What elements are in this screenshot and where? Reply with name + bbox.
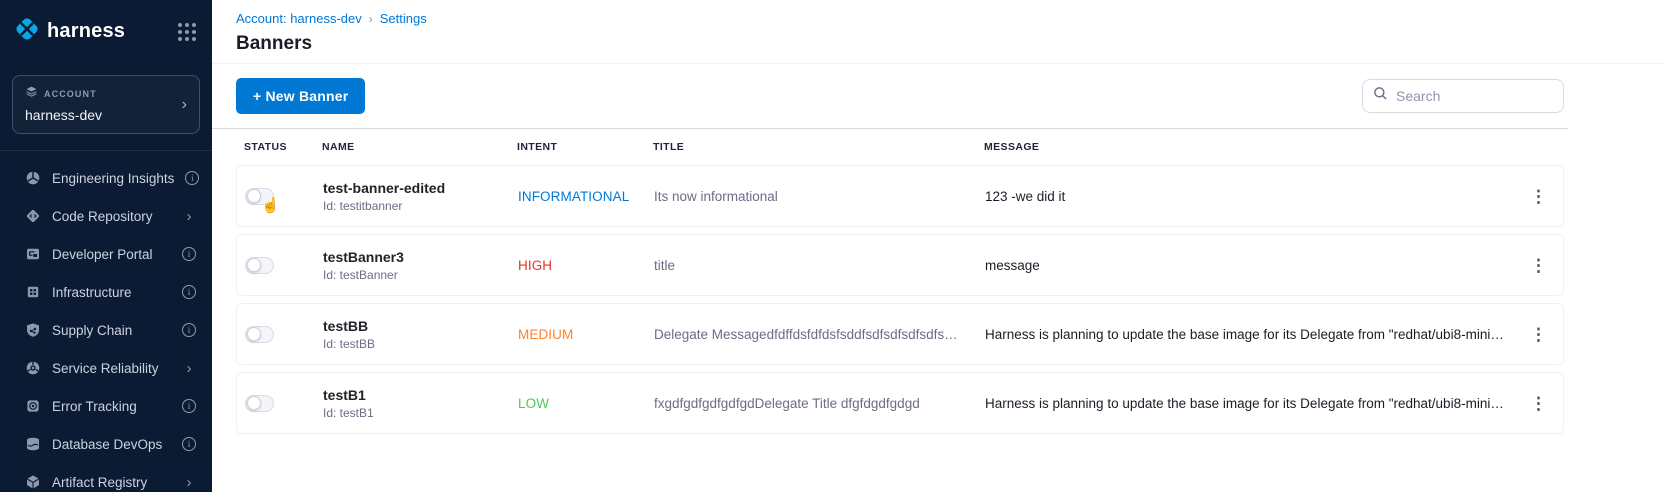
service-reliability-icon — [24, 360, 41, 377]
search-box[interactable] — [1362, 79, 1564, 113]
engineering-insights-icon — [24, 170, 41, 187]
row-menu-kebab-icon[interactable] — [1522, 391, 1555, 416]
banner-title: Its now informational — [654, 189, 985, 204]
toolbar: + New Banner — [212, 64, 1664, 128]
banner-intent: INFORMATIONAL — [518, 189, 654, 204]
banner-name: testBanner3 — [323, 249, 518, 265]
sidebar-item-infrastructure[interactable]: Infrastructure — [0, 273, 212, 311]
sidebar-item-error-tracking[interactable]: Error Tracking — [0, 387, 212, 425]
search-icon — [1373, 86, 1388, 106]
banner-id: Id: testBanner — [323, 268, 518, 282]
row-menu-kebab-icon[interactable] — [1522, 322, 1555, 347]
sidebar-item-label: Infrastructure — [52, 285, 171, 300]
table-header-row: STATUS NAME INTENT TITLE MESSAGE — [236, 129, 1564, 165]
banner-message: Harness is planning to update the base i… — [985, 396, 1515, 411]
search-input[interactable] — [1396, 88, 1553, 104]
info-icon[interactable] — [185, 171, 199, 185]
sidebar-nav-list: Engineering Insights Code Repository Dev… — [0, 150, 212, 492]
table-row[interactable]: testBB Id: testBB MEDIUM Delegate Messag… — [236, 303, 1564, 365]
banner-intent: LOW — [518, 396, 654, 411]
error-tracking-target-icon — [24, 398, 41, 415]
banner-intent: HIGH — [518, 258, 654, 273]
sidebar-item-database-devops[interactable]: Database DevOps — [0, 425, 212, 463]
account-name: harness-dev — [25, 107, 187, 123]
account-layers-icon — [25, 85, 38, 103]
column-header-title: TITLE — [653, 141, 984, 153]
banner-message: 123 -we did it — [985, 189, 1515, 204]
column-header-message: MESSAGE — [984, 141, 1516, 153]
banner-name: testB1 — [323, 387, 518, 403]
breadcrumb: Account: harness-dev › Settings — [236, 11, 1564, 26]
row-menu-kebab-icon[interactable] — [1522, 184, 1555, 209]
banner-id: Id: testB1 — [323, 406, 518, 420]
sidebar: harness ACCOUNT harness-dev Engineering … — [0, 0, 212, 492]
banner-title: fxgdfgdfgdfgdfgdDelegate Title dfgfdgdfg… — [654, 396, 985, 411]
main-content: Account: harness-dev › Settings Banners … — [212, 0, 1664, 492]
chevron-right-icon — [182, 208, 196, 225]
info-icon[interactable] — [182, 247, 196, 261]
account-label: ACCOUNT — [44, 89, 97, 99]
breadcrumb-separator: › — [369, 12, 373, 26]
column-header-name: NAME — [322, 141, 517, 153]
harness-logo-icon — [14, 16, 40, 47]
column-header-intent: INTENT — [517, 141, 653, 153]
banner-status-toggle[interactable] — [245, 188, 274, 205]
supply-chain-shield-icon — [24, 322, 41, 339]
chevron-right-icon — [182, 96, 187, 114]
harness-logo[interactable]: harness — [14, 16, 125, 47]
new-banner-button[interactable]: + New Banner — [236, 78, 365, 114]
banner-status-toggle[interactable] — [245, 326, 274, 343]
sidebar-item-label: Service Reliability — [52, 361, 171, 376]
chevron-right-icon — [182, 474, 196, 491]
infrastructure-icon — [24, 284, 41, 301]
sidebar-item-label: Engineering Insights — [52, 171, 174, 186]
table-row[interactable]: testBanner3 Id: testBanner HIGH title me… — [236, 234, 1564, 296]
account-selector[interactable]: ACCOUNT harness-dev — [12, 75, 200, 134]
banner-intent: MEDIUM — [518, 327, 654, 342]
banner-message: Harness is planning to update the base i… — [985, 327, 1515, 342]
sidebar-item-label: Error Tracking — [52, 399, 171, 414]
sidebar-item-label: Developer Portal — [52, 247, 171, 262]
sidebar-item-engineering-insights[interactable]: Engineering Insights — [0, 159, 212, 197]
sidebar-item-label: Artifact Registry — [52, 475, 171, 490]
logo-wordmark: harness — [47, 20, 125, 43]
banner-name: test-banner-edited — [323, 180, 518, 196]
page-header: Account: harness-dev › Settings Banners — [212, 0, 1664, 64]
banner-name: testBB — [323, 318, 518, 334]
breadcrumb-settings-link[interactable]: Settings — [380, 11, 427, 26]
info-icon[interactable] — [182, 323, 196, 337]
artifact-registry-cube-icon — [24, 474, 41, 491]
table-row[interactable]: testB1 Id: testB1 LOW fxgdfgdfgdfgdfgdDe… — [236, 372, 1564, 434]
info-icon[interactable] — [182, 437, 196, 451]
code-repository-icon — [24, 208, 41, 225]
sidebar-item-code-repository[interactable]: Code Repository — [0, 197, 212, 235]
info-icon[interactable] — [182, 399, 196, 413]
table-row[interactable]: test-banner-edited Id: testitbanner INFO… — [236, 165, 1564, 227]
sidebar-item-supply-chain[interactable]: Supply Chain — [0, 311, 212, 349]
banner-id: Id: testBB — [323, 337, 518, 351]
sidebar-item-label: Code Repository — [52, 209, 171, 224]
banner-title: title — [654, 258, 985, 273]
row-menu-kebab-icon[interactable] — [1522, 253, 1555, 278]
banner-status-toggle[interactable] — [245, 257, 274, 274]
banners-table: STATUS NAME INTENT TITLE MESSAGE test-ba… — [212, 129, 1664, 492]
banner-status-toggle[interactable] — [245, 395, 274, 412]
page-title: Banners — [236, 33, 1564, 55]
sidebar-item-developer-portal[interactable]: Developer Portal — [0, 235, 212, 273]
banner-title: Delegate Messagedfdffdsfdfdsfsddfsdfsdfs… — [654, 327, 985, 342]
sidebar-item-service-reliability[interactable]: Service Reliability — [0, 349, 212, 387]
sidebar-item-label: Supply Chain — [52, 323, 171, 338]
developer-portal-icon — [24, 246, 41, 263]
banner-id: Id: testitbanner — [323, 199, 518, 213]
banner-message: message — [985, 258, 1515, 273]
chevron-right-icon — [182, 360, 196, 377]
database-icon — [24, 436, 41, 453]
breadcrumb-account-link[interactable]: Account: harness-dev — [236, 11, 362, 26]
sidebar-item-label: Database DevOps — [52, 437, 171, 452]
sidebar-item-artifact-registry[interactable]: Artifact Registry — [0, 463, 212, 492]
app-launcher-grid-icon[interactable] — [178, 23, 196, 41]
column-header-status: STATUS — [244, 141, 322, 153]
info-icon[interactable] — [182, 285, 196, 299]
